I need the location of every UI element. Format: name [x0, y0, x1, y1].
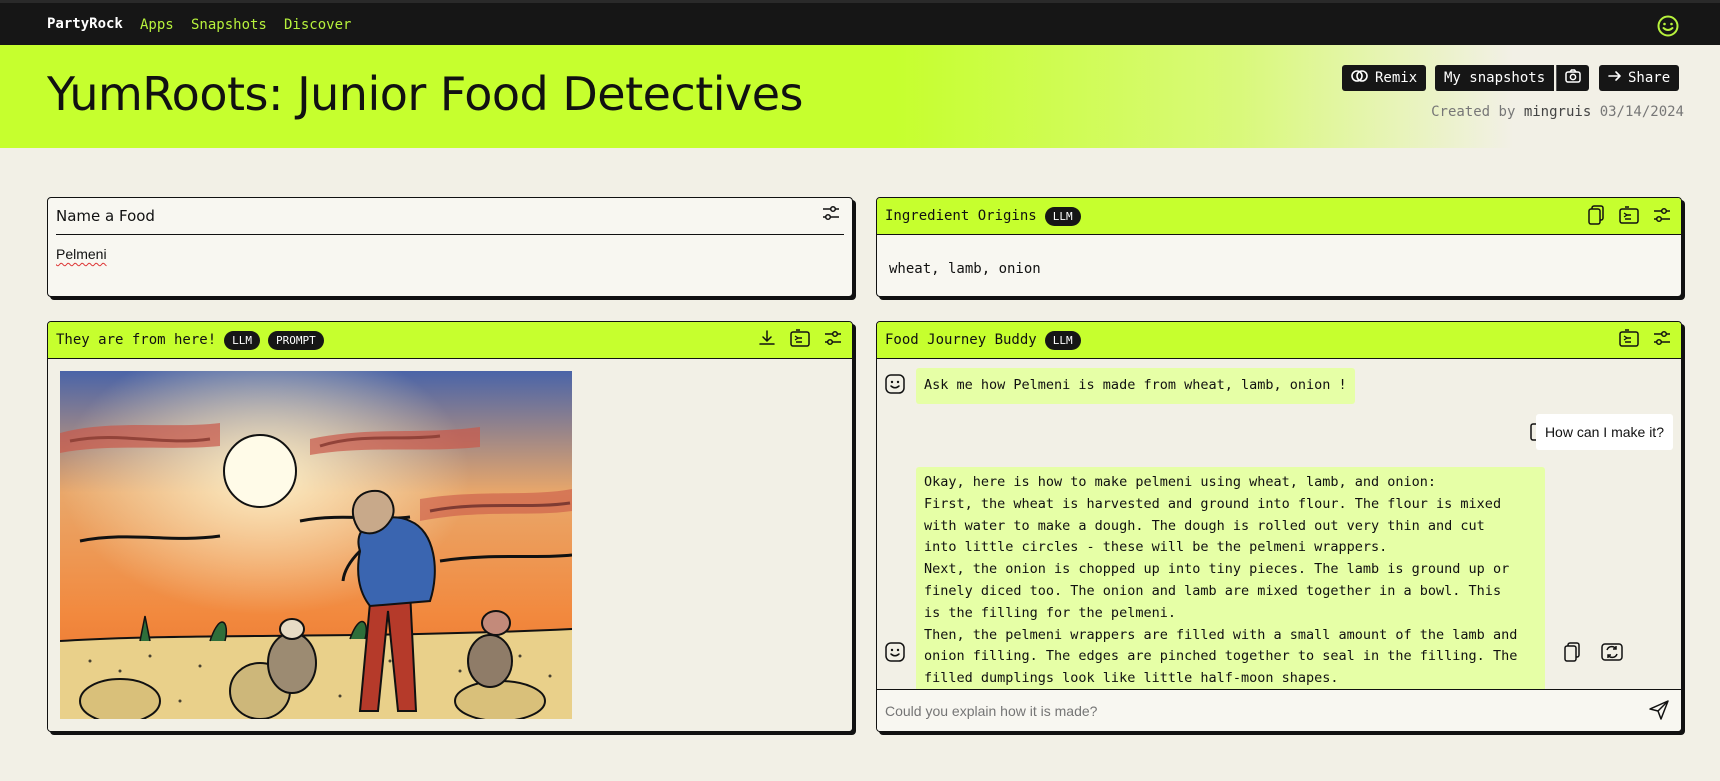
chat-input[interactable] [885, 699, 1585, 723]
remix-button[interactable]: Remix [1342, 65, 1427, 91]
user-message-text: How can I make it? [1544, 424, 1664, 440]
chat-input-bar [877, 689, 1681, 731]
send-icon[interactable] [1648, 699, 1670, 726]
top-nav: PartyRock Apps Snapshots Discover [0, 0, 1720, 45]
generated-image[interactable] [60, 371, 572, 719]
llm-badge: LLM [1044, 330, 1081, 350]
response-line: into little circles - these will be the … [924, 539, 1388, 556]
food-input-value: Pelmeni [56, 246, 107, 262]
my-snapshots-button[interactable]: My snapshots [1435, 65, 1555, 91]
settings-sliders-icon[interactable] [1653, 207, 1671, 223]
name-food-widget: Name a Food Pelmeni [47, 197, 853, 297]
image-widget-title: They are from here! [56, 332, 217, 348]
nav-discover-link[interactable]: Discover [284, 17, 351, 33]
ingredient-origins-header: Ingredient Origins LLM [877, 198, 1681, 235]
response-line: with water to make a dough. The dough is… [924, 517, 1485, 534]
response-line: Next, the onion is chopped up into tiny … [924, 561, 1510, 578]
chat-widget-title: Food Journey Buddy [885, 332, 1037, 348]
image-widget: They are from here! LLM PROMPT [47, 321, 853, 732]
response-line: Then, the pelmeni wrappers are filled wi… [924, 626, 1518, 643]
response-line: filled dumplings look like little half-m… [924, 670, 1339, 687]
nav-snapshots-link[interactable]: Snapshots [191, 17, 267, 33]
remix-icon [1351, 69, 1369, 87]
bot-avatar-icon [885, 374, 905, 399]
remix-label: Remix [1375, 70, 1418, 86]
add-to-snapshot-icon[interactable] [1619, 329, 1639, 347]
copy-icon[interactable] [1563, 642, 1581, 667]
smiley-icon[interactable] [1657, 15, 1679, 42]
response-line: finely diced too. The onion and lamb are… [924, 582, 1502, 599]
regenerate-icon[interactable] [1601, 642, 1623, 667]
created-date: 03/14/2024 [1599, 104, 1684, 120]
name-food-header: Name a Food [56, 198, 844, 235]
settings-sliders-icon[interactable] [822, 205, 840, 221]
llm-badge: LLM [224, 330, 261, 350]
add-to-snapshot-icon[interactable] [790, 329, 810, 347]
bot-message-text: Ask me how Pelmeni is made from wheat, l… [924, 377, 1347, 393]
response-line: is the filling for the pelmeni. [924, 604, 1176, 621]
author-name[interactable]: mingruis [1524, 104, 1591, 120]
app-header: YumRoots: Junior Food Detectives Remix M… [0, 45, 1720, 148]
chat-history[interactable]: Ask me how Pelmeni is made from wheat, l… [877, 359, 1681, 689]
created-by: Created by mingruis 03/14/2024 [1431, 104, 1684, 120]
bot-message: Ask me how Pelmeni is made from wheat, l… [916, 368, 1355, 404]
ingredient-origins-output: wheat, lamb, onion [889, 261, 1041, 277]
arrow-right-icon [1608, 70, 1622, 86]
image-widget-header: They are from here! LLM PROMPT [48, 322, 852, 359]
prompt-badge: PROMPT [268, 330, 324, 350]
ingredient-origins-title: Ingredient Origins [885, 208, 1037, 224]
created-prefix: Created by [1431, 104, 1516, 120]
bot-avatar-icon [885, 642, 905, 667]
copy-icon[interactable] [1587, 205, 1605, 225]
add-to-snapshot-icon[interactable] [1619, 206, 1639, 224]
settings-sliders-icon[interactable] [1653, 330, 1671, 346]
settings-sliders-icon[interactable] [824, 330, 842, 346]
take-snapshot-button[interactable] [1556, 65, 1589, 91]
name-food-title: Name a Food [56, 207, 155, 225]
response-line: onion filling. The edges are pinched tog… [924, 648, 1518, 665]
app-title: YumRoots: Junior Food Detectives [47, 67, 804, 121]
chat-widget: Food Journey Buddy LLM Ask me how Pelmen… [876, 321, 1682, 732]
ingredient-origins-widget: Ingredient Origins LLM wheat, lamb, onio… [876, 197, 1682, 297]
download-icon[interactable] [758, 329, 776, 347]
response-line: Okay, here is how to make pelmeni using … [924, 474, 1437, 490]
camera-icon [1565, 69, 1581, 87]
my-snapshots-label: My snapshots [1444, 70, 1546, 86]
bot-response: Okay, here is how to make pelmeni using … [916, 467, 1545, 689]
share-label: Share [1628, 70, 1671, 86]
llm-badge: LLM [1044, 206, 1081, 226]
chat-widget-header: Food Journey Buddy LLM [877, 322, 1681, 359]
nav-apps-link[interactable]: Apps [140, 17, 174, 33]
response-line: First, the wheat is harvested and ground… [924, 495, 1502, 512]
user-message: How can I make it? [1535, 414, 1673, 450]
brand-logo[interactable]: PartyRock [47, 16, 123, 32]
food-input[interactable]: Pelmeni [56, 246, 844, 270]
share-button[interactable]: Share [1599, 65, 1680, 91]
